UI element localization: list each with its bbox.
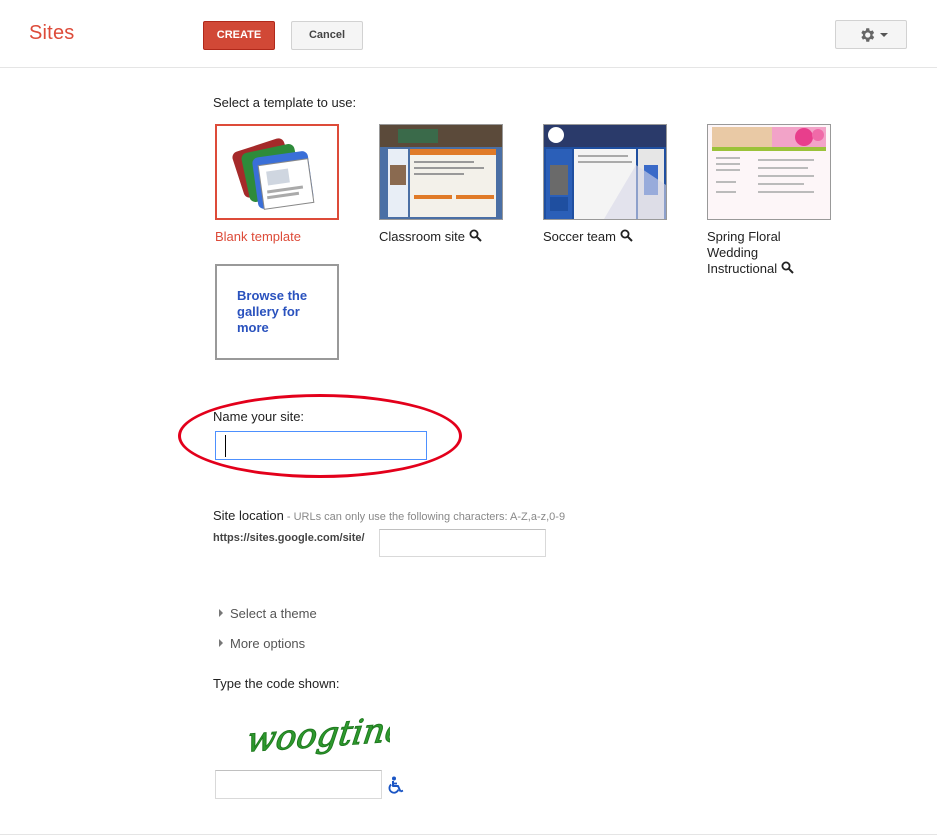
- create-button[interactable]: CREATE: [203, 21, 275, 50]
- top-bar: Sites CREATE Cancel: [0, 0, 937, 68]
- template-blank[interactable]: [215, 124, 339, 220]
- captcha-input[interactable]: [215, 770, 382, 799]
- chevron-down-icon: [880, 33, 888, 37]
- url-prefix: https://sites.google.com/site/: [213, 532, 365, 544]
- classroom-thumbnail: [380, 125, 502, 219]
- template-heading: Select a template to use:: [213, 95, 357, 110]
- wheelchair-icon[interactable]: [388, 776, 406, 794]
- site-location-hint: - URLs can only use the following charac…: [283, 511, 566, 523]
- wedding-thumbnail: [708, 125, 830, 219]
- highlight-ellipse: [178, 394, 462, 478]
- site-location-label: Site location - URLs can only use the fo…: [213, 508, 566, 523]
- soccer-thumbnail: [544, 125, 666, 219]
- captcha-label: Type the code shown:: [213, 676, 340, 691]
- magnifier-icon[interactable]: [469, 229, 482, 242]
- settings-button[interactable]: [835, 20, 907, 49]
- captcha-image: woogtine: [244, 709, 390, 761]
- magnifier-icon[interactable]: [620, 229, 633, 242]
- sites-logo[interactable]: Sites: [29, 22, 74, 45]
- template-soccer-label[interactable]: Soccer team: [543, 229, 673, 245]
- select-theme-expander[interactable]: Select a theme: [219, 606, 317, 621]
- template-classroom-label[interactable]: Classroom site: [379, 229, 509, 245]
- browse-gallery-tile[interactable]: Browse the gallery for more: [215, 264, 339, 360]
- template-soccer[interactable]: [543, 124, 667, 220]
- browse-gallery-link[interactable]: Browse the gallery for more: [237, 288, 327, 336]
- magnifier-icon[interactable]: [781, 261, 794, 274]
- template-blank-label[interactable]: Blank template: [215, 229, 345, 245]
- blank-template-icon: [232, 138, 315, 210]
- site-location-input[interactable]: [379, 529, 546, 557]
- footer-divider: [0, 834, 937, 835]
- cancel-button[interactable]: Cancel: [291, 21, 363, 50]
- svg-text:woogtine: woogtine: [244, 710, 390, 761]
- more-options-expander[interactable]: More options: [219, 636, 305, 651]
- expand-arrow-icon: [219, 639, 223, 647]
- template-wedding[interactable]: [707, 124, 831, 220]
- expand-arrow-icon: [219, 609, 223, 617]
- template-wedding-label[interactable]: Spring Floral Wedding Instructional: [707, 229, 817, 277]
- gear-icon: [861, 28, 875, 42]
- template-classroom[interactable]: [379, 124, 503, 220]
